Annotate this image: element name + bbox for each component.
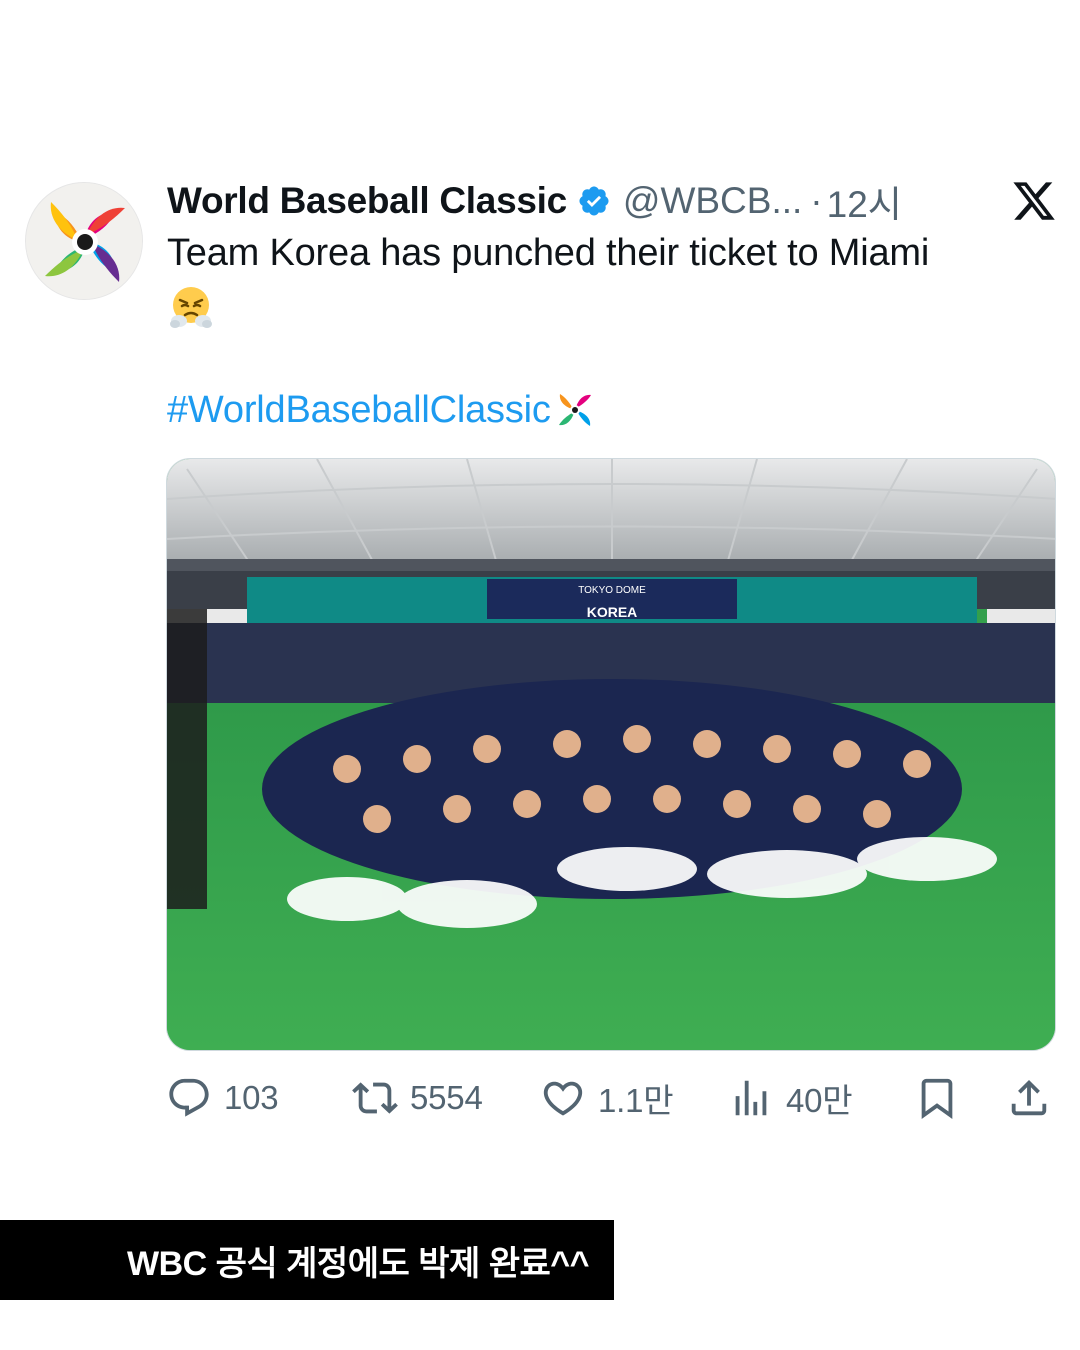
separator-dot: · bbox=[810, 180, 823, 221]
hashtag-row: #WorldBaseballClassic bbox=[167, 385, 595, 435]
reply-button[interactable]: 103 bbox=[166, 1070, 279, 1126]
views-count: 40만 bbox=[786, 1082, 853, 1119]
retweet-icon bbox=[352, 1082, 398, 1114]
retweet-count: 5554 bbox=[410, 1079, 483, 1116]
wbc-logo-icon bbox=[26, 183, 142, 299]
display-name[interactable]: World Baseball Classic bbox=[167, 180, 567, 222]
share-button[interactable] bbox=[1006, 1070, 1052, 1126]
tweet-media-photo[interactable]: TOKYO DOME KOREA bbox=[166, 458, 1056, 1051]
reply-count: 103 bbox=[224, 1079, 279, 1116]
views-button[interactable]: 40만 bbox=[728, 1070, 853, 1126]
share-icon bbox=[1011, 1079, 1047, 1116]
views-chart-icon bbox=[735, 1080, 767, 1116]
verified-badge-icon bbox=[579, 186, 609, 216]
account-avatar[interactable] bbox=[25, 182, 143, 300]
face-with-steam-from-nose-icon bbox=[170, 286, 212, 328]
caption-text: WBC 공식 계정에도 박제 완료^^ bbox=[127, 1244, 590, 1283]
banner-text: KOREA bbox=[587, 604, 638, 620]
bookmark-icon bbox=[921, 1078, 953, 1119]
tweet-text: Team Korea has punched their ticket to M… bbox=[167, 228, 1057, 331]
like-button[interactable]: 1.1만 bbox=[540, 1070, 674, 1126]
caption-banner: WBC 공식 계정에도 박제 완료^^ bbox=[0, 1220, 614, 1300]
retweet-button[interactable]: 5554 bbox=[352, 1070, 483, 1126]
tweet-action-bar: 103 5554 1.1만 40만 bbox=[166, 1070, 1056, 1126]
stadium-ribbon-text: TOKYO DOME bbox=[578, 585, 646, 596]
heart-icon bbox=[543, 1081, 583, 1116]
hashtag-link[interactable]: #WorldBaseballClassic bbox=[167, 389, 551, 432]
bookmark-button[interactable] bbox=[914, 1070, 960, 1126]
wbc-hashflag-icon bbox=[558, 394, 591, 426]
handle[interactable]: @WBCB... bbox=[623, 180, 802, 222]
x-logo-icon[interactable] bbox=[1011, 178, 1057, 224]
team-photo-image: TOKYO DOME KOREA bbox=[167, 459, 1055, 1050]
like-count: 1.1만 bbox=[598, 1082, 674, 1119]
tweet-body: Team Korea has punched their ticket to M… bbox=[167, 232, 930, 274]
timestamp[interactable]: 12시 bbox=[827, 174, 902, 228]
reply-icon bbox=[169, 1078, 209, 1117]
tweet-header: World Baseball Classic @WBCB... · 12시 bbox=[167, 176, 1057, 226]
